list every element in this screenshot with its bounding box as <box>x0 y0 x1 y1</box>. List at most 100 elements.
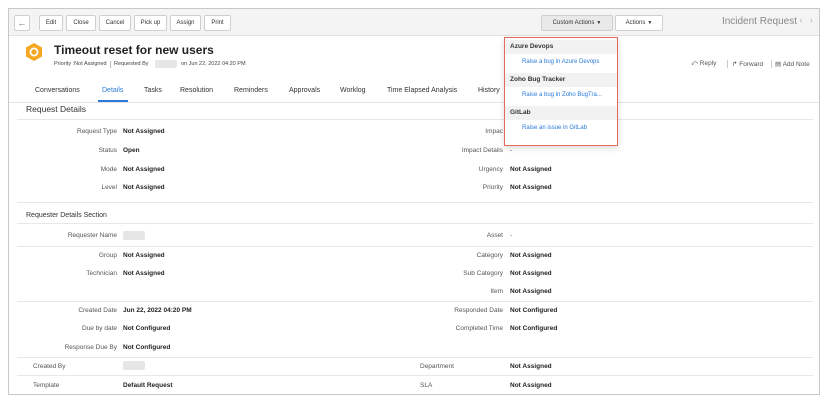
asset-label: Asset <box>486 232 503 239</box>
created-date-value: Jun 22, 2022 04:20 PM <box>123 307 192 314</box>
tab-tasks[interactable]: Tasks <box>144 87 162 94</box>
assign-button[interactable]: Assign <box>170 15 201 31</box>
forward-label: Forward <box>739 61 764 68</box>
row-divider <box>17 375 813 376</box>
chevron-down-icon: ▼ <box>596 20 602 26</box>
raise-issue-gitlab[interactable]: Raise an issue in GitLab <box>522 125 587 131</box>
section-divider <box>17 202 813 203</box>
reply-icon: ⤺ <box>691 60 700 67</box>
status-label: Status <box>98 147 117 154</box>
template-value: Default Request <box>123 382 173 389</box>
priority-value: Not Assigned <box>510 184 552 191</box>
urgency-value: Not Assigned <box>510 166 552 173</box>
created-by-label: Created By <box>33 363 66 370</box>
row-divider <box>17 246 813 247</box>
back-button[interactable]: ← <box>14 15 30 31</box>
section-divider <box>17 119 813 120</box>
tab-history[interactable]: History <box>478 87 500 94</box>
custom-actions-button[interactable]: Custom Actions ▼ <box>541 15 613 31</box>
created-by-blurred <box>123 361 145 370</box>
reply-button[interactable]: ⤺ Reply <box>691 60 716 68</box>
response-due-value: Not Configured <box>123 344 171 351</box>
item-value: Not Assigned <box>510 288 552 295</box>
active-tab-underline <box>98 100 128 102</box>
sla-value: Not Assigned <box>510 382 552 389</box>
created-date-label: Created Date <box>78 307 117 314</box>
request-type-value: Not Assigned <box>123 128 165 135</box>
page-title: Timeout reset for new users <box>54 43 214 57</box>
tab-time-elapsed-analysis[interactable]: Time Elapsed Analysis <box>387 87 457 94</box>
requester-name-blurred <box>155 60 177 68</box>
tab-reminders[interactable]: Reminders <box>234 87 268 94</box>
impact-details-label: Impact Details <box>461 147 503 154</box>
urgency-label: Urgency <box>478 166 503 173</box>
request-date: on Jun 22, 2022 04:20 PM <box>181 61 246 67</box>
section-divider <box>17 223 813 224</box>
close-button[interactable]: Close <box>66 15 96 31</box>
sla-label: SLA <box>420 382 433 389</box>
raise-bug-zoho-bugtracker[interactable]: Raise a bug in Zoho BugTra... <box>522 92 602 98</box>
pickup-button[interactable]: Pick up <box>134 15 167 31</box>
edit-button[interactable]: Edit <box>39 15 63 31</box>
due-by-value: Not Configured <box>123 325 171 332</box>
row-divider <box>17 357 813 358</box>
priority-label: Priority <box>482 184 503 191</box>
add-note-button[interactable]: ▤ Add Note <box>775 60 810 68</box>
impact-details-value: - <box>510 147 513 154</box>
request-details-heading: Request Details <box>26 104 87 114</box>
forward-button[interactable]: ↱ Forward <box>732 60 763 68</box>
action-divider <box>727 60 728 68</box>
responded-date-label: Responded Date <box>454 307 503 314</box>
group-value: Not Assigned <box>123 252 165 259</box>
requested-by-label: Requested By <box>114 61 149 67</box>
mode-label: Mode <box>100 166 117 173</box>
tab-details[interactable]: Details <box>102 87 123 94</box>
toolbar: ← Edit Close Cancel Pick up Assign Print… <box>9 9 819 36</box>
note-icon: ▤ <box>775 61 783 68</box>
tab-conversations[interactable]: Conversations <box>35 87 80 94</box>
asset-value: - <box>510 232 513 239</box>
requester-name-label: Requester Name <box>67 232 117 239</box>
template-label: Template <box>33 382 60 389</box>
back-arrow-icon: ← <box>17 18 27 28</box>
action-divider <box>771 60 772 68</box>
row-divider <box>17 301 813 302</box>
tab-bar: Conversations Details Tasks Resolution R… <box>9 78 819 103</box>
requester-name-blurred <box>123 231 145 240</box>
incident-logo-icon <box>26 43 42 61</box>
meta-divider <box>110 61 111 68</box>
chevron-down-icon: ▼ <box>647 20 653 26</box>
cancel-button[interactable]: Cancel <box>99 15 131 31</box>
completed-time-label: Completed Time <box>455 325 503 332</box>
responded-date-value: Not Configured <box>510 307 558 314</box>
category-value: Not Assigned <box>510 252 552 259</box>
department-value: Not Assigned <box>510 363 552 370</box>
incident-request-window: ← Edit Close Cancel Pick up Assign Print… <box>8 8 820 395</box>
status-value: Open <box>123 147 140 154</box>
completed-time-value: Not Configured <box>510 325 558 332</box>
actions-button[interactable]: Actions ▼ <box>615 15 663 31</box>
actions-label: Actions <box>625 20 646 26</box>
tab-worklog[interactable]: Worklog <box>340 87 366 94</box>
level-value: Not Assigned <box>123 184 165 191</box>
subcategory-label: Sub Category <box>463 270 503 277</box>
subcategory-value: Not Assigned <box>510 270 552 277</box>
technician-label: Technician <box>86 270 117 277</box>
prev-next-nav[interactable]: ‹ › <box>800 15 815 26</box>
due-by-label: Due by date <box>81 325 117 332</box>
response-due-label: Response Due By <box>64 344 117 351</box>
department-label: Department <box>420 363 454 370</box>
zoho-bug-tracker-heading: Zoho Bug Tracker <box>505 73 617 87</box>
raise-bug-azure-devops[interactable]: Raise a bug in Azure Devops <box>522 59 599 65</box>
technician-value: Not Assigned <box>123 270 165 277</box>
tab-approvals[interactable]: Approvals <box>289 87 320 94</box>
tab-resolution[interactable]: Resolution <box>180 87 213 94</box>
print-button[interactable]: Print <box>204 15 231 31</box>
impact-label: Impac <box>485 128 503 135</box>
add-note-label: Add Note <box>782 61 810 68</box>
group-label: Group <box>98 252 117 259</box>
request-type-label: Request Type <box>77 128 117 135</box>
level-label: Level <box>101 184 117 191</box>
item-label: Item <box>490 288 503 295</box>
mode-value: Not Assigned <box>123 166 165 173</box>
